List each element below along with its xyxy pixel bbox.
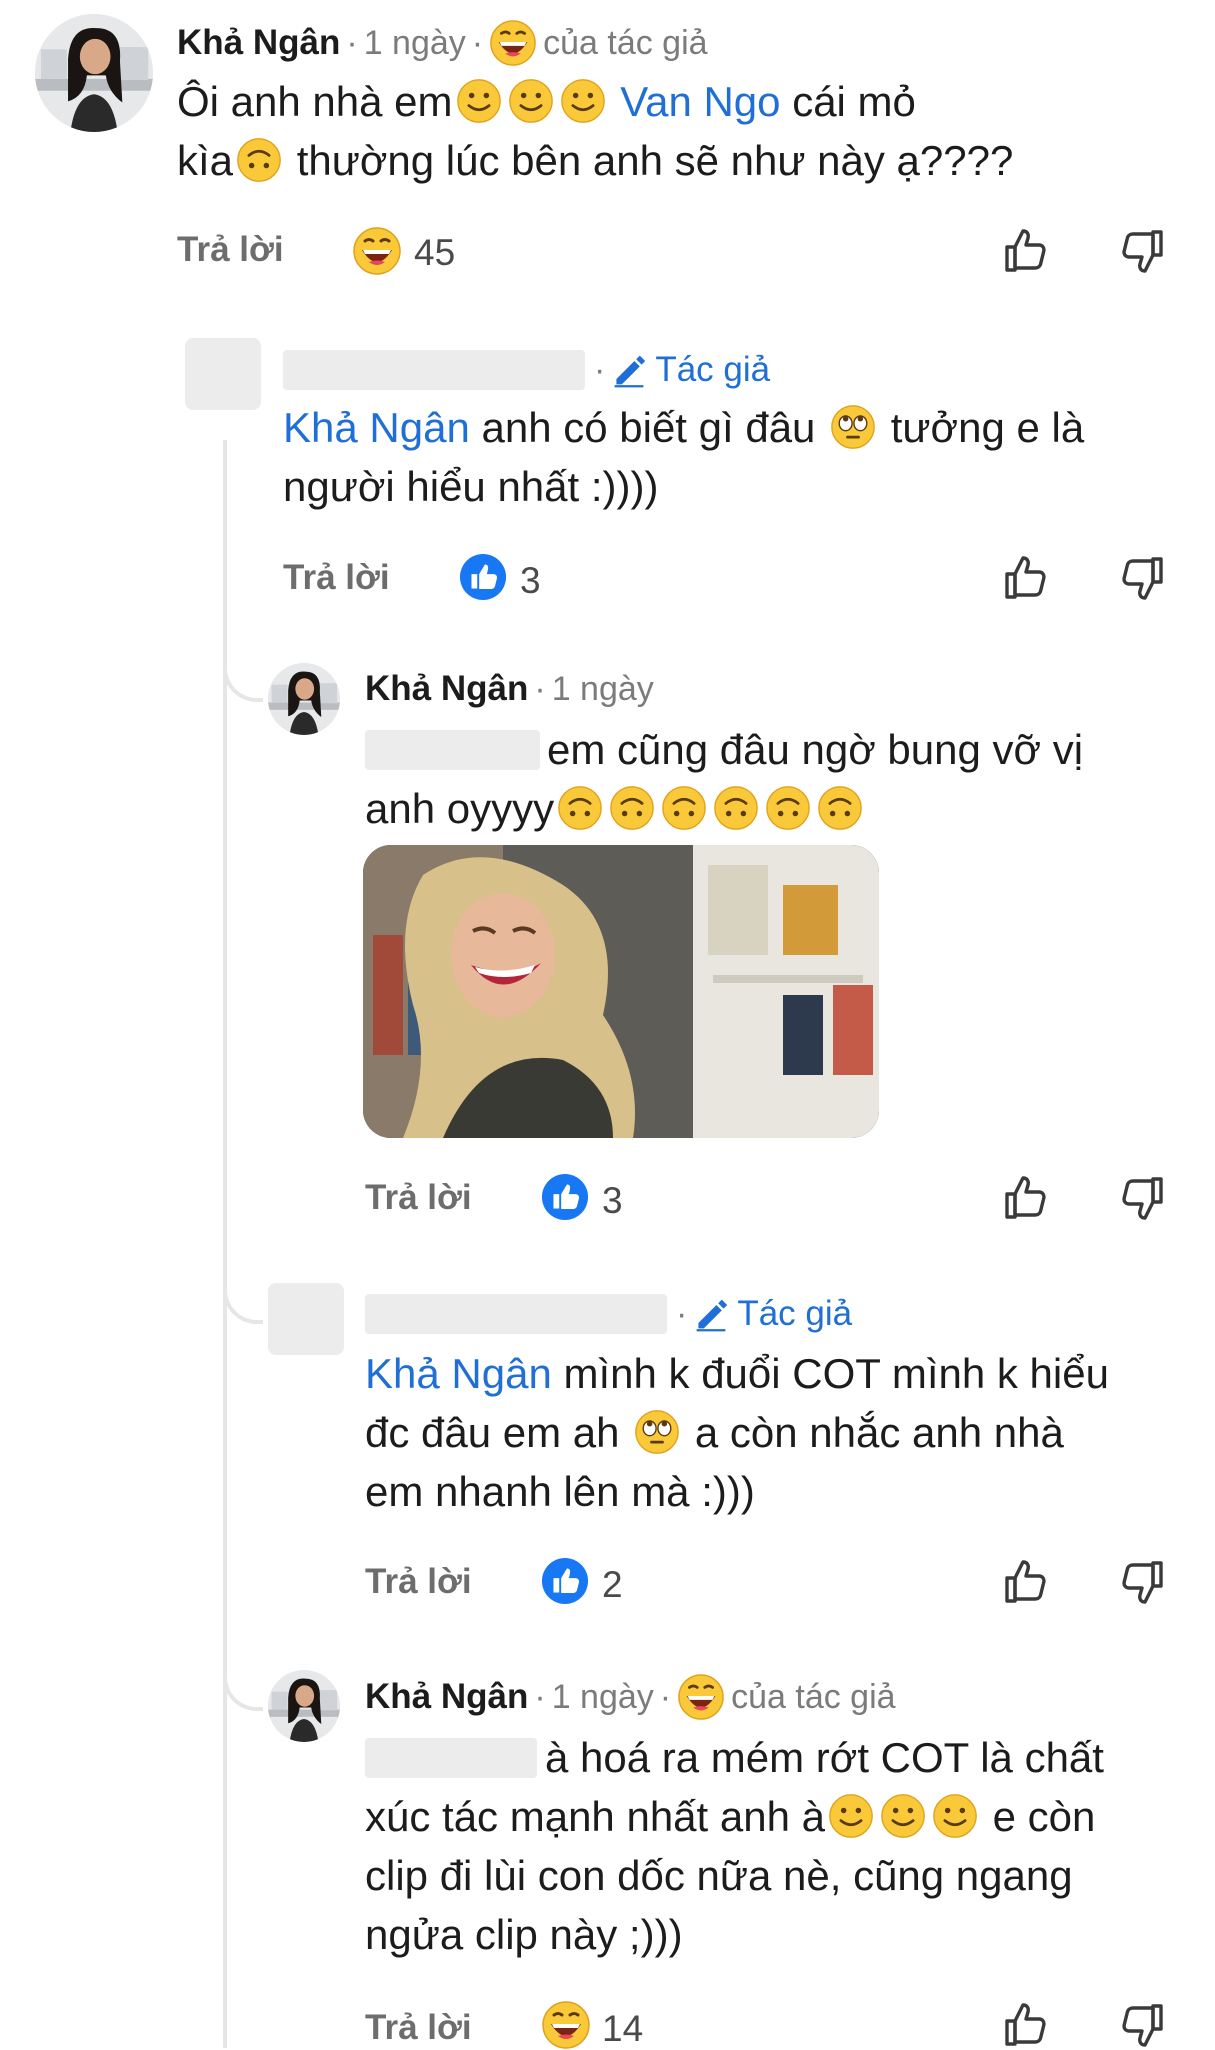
upside-down-emoji-icon bbox=[817, 785, 863, 831]
thread-connector bbox=[223, 620, 263, 702]
author-avatar-redacted bbox=[268, 1283, 344, 1355]
smile-emoji-icon bbox=[828, 1793, 874, 1839]
upside-down-emoji-icon bbox=[557, 785, 603, 831]
reaction-count: 3 bbox=[602, 1180, 623, 1221]
grin-emoji-icon bbox=[677, 1673, 725, 1721]
thumbs-down-icon[interactable] bbox=[1117, 553, 1167, 603]
author-tag: Tác giả bbox=[737, 1294, 853, 1333]
comment-time: 1 ngày bbox=[551, 669, 654, 708]
thumbs-down-icon[interactable] bbox=[1117, 226, 1167, 276]
mention-link[interactable]: Van Ngo bbox=[620, 78, 780, 125]
comment-body: Khả Ngân anh có biết gì đâu tưởng e là n… bbox=[283, 404, 1085, 510]
pencil-icon bbox=[693, 1296, 729, 1332]
like-icon bbox=[459, 553, 507, 601]
commenter-avatar[interactable] bbox=[268, 1670, 340, 1742]
commenter-avatar[interactable] bbox=[35, 14, 153, 132]
comment-time: 1 ngày bbox=[363, 23, 466, 62]
author-avatar-redacted bbox=[185, 338, 261, 410]
author-name[interactable]: Khả Ngân bbox=[177, 23, 340, 63]
upside-down-emoji-icon bbox=[661, 785, 707, 831]
thumbs-down-icon[interactable] bbox=[1117, 1557, 1167, 1607]
smile-emoji-icon bbox=[508, 78, 554, 124]
reaction-count: 14 bbox=[602, 2008, 644, 2049]
author-name[interactable]: Khả Ngân bbox=[365, 669, 528, 709]
reaction-count: 3 bbox=[520, 560, 541, 601]
grin-emoji-icon bbox=[541, 2000, 591, 2050]
reaction-count: 2 bbox=[602, 1564, 623, 1605]
eye-roll-emoji-icon bbox=[830, 404, 876, 450]
laughing-woman-gif bbox=[363, 845, 879, 1138]
thread-connector bbox=[223, 1625, 263, 1711]
reaction-count: 45 bbox=[414, 232, 456, 273]
comment-meta: Khả Ngân · 1 ngày · của tác giả bbox=[177, 18, 708, 68]
smile-emoji-icon bbox=[880, 1793, 926, 1839]
reply-button[interactable]: Trả lời bbox=[365, 1562, 472, 1602]
comment-time: 1 ngày bbox=[551, 1677, 654, 1716]
comment-body: Khả Ngân mình k đuổi COT mình k hiểu đc … bbox=[365, 1350, 1109, 1515]
avatar-image bbox=[35, 14, 153, 132]
smile-emoji-icon bbox=[456, 78, 502, 124]
reply-button[interactable]: Trả lời bbox=[365, 2008, 472, 2048]
comment-meta: Khả Ngân · 1 ngày bbox=[365, 669, 654, 709]
commenter-avatar[interactable] bbox=[268, 663, 340, 735]
reply-button[interactable]: Trả lời bbox=[365, 1178, 472, 1218]
thread-connector bbox=[223, 1240, 263, 1324]
comment-body: em cũng đâu ngờ bung vỡ vị anh oyyyy bbox=[365, 726, 1084, 832]
comment-body: à hoá ra mém rớt COT là chất xúc tác mạn… bbox=[365, 1734, 1104, 1958]
upside-down-emoji-icon bbox=[236, 137, 282, 183]
pencil-icon bbox=[611, 352, 647, 388]
comment-meta: Khả Ngân · 1 ngày · của tác giả bbox=[365, 1672, 896, 1722]
smile-emoji-icon bbox=[560, 78, 606, 124]
grin-emoji-icon bbox=[489, 19, 537, 67]
reply-button[interactable]: Trả lời bbox=[177, 230, 284, 270]
author-name-redacted bbox=[283, 350, 585, 390]
thumbs-down-icon[interactable] bbox=[1117, 1173, 1167, 1223]
author-name-redacted bbox=[365, 1294, 667, 1334]
author-badge: của tác giả bbox=[731, 1677, 896, 1716]
thumbs-down-icon[interactable] bbox=[1117, 2000, 1167, 2050]
comment-body: Ôi anh nhà em Van Ngo cái mỏ kìa thường … bbox=[177, 78, 1014, 184]
upside-down-emoji-icon bbox=[765, 785, 811, 831]
reply-button[interactable]: Trả lời bbox=[283, 558, 390, 598]
author-tag-group: · Tác giả bbox=[594, 350, 771, 389]
author-name[interactable]: Khả Ngân bbox=[365, 1677, 528, 1717]
author-tag: Tác giả bbox=[655, 350, 771, 389]
grin-emoji-icon bbox=[352, 226, 402, 276]
like-icon bbox=[541, 1557, 589, 1605]
thumbs-up-icon[interactable] bbox=[1001, 553, 1051, 603]
thumbs-up-icon[interactable] bbox=[1001, 1173, 1051, 1223]
upside-down-emoji-icon bbox=[713, 785, 759, 831]
upside-down-emoji-icon bbox=[609, 785, 655, 831]
author-tag-group: · Tác giả bbox=[676, 1294, 853, 1333]
avatar-image bbox=[268, 663, 340, 735]
mention-link[interactable]: Khả Ngân bbox=[365, 1350, 552, 1397]
mention-link[interactable]: Khả Ngân bbox=[283, 404, 470, 451]
eye-roll-emoji-icon bbox=[634, 1409, 680, 1455]
avatar-image bbox=[268, 1670, 340, 1742]
thumbs-up-icon[interactable] bbox=[1001, 1557, 1051, 1607]
gif-image[interactable] bbox=[363, 845, 879, 1138]
like-icon bbox=[541, 1173, 589, 1221]
thumbs-up-icon[interactable] bbox=[1001, 226, 1051, 276]
smile-emoji-icon bbox=[932, 1793, 978, 1839]
thumbs-up-icon[interactable] bbox=[1001, 2000, 1051, 2050]
author-badge: của tác giả bbox=[543, 23, 708, 62]
